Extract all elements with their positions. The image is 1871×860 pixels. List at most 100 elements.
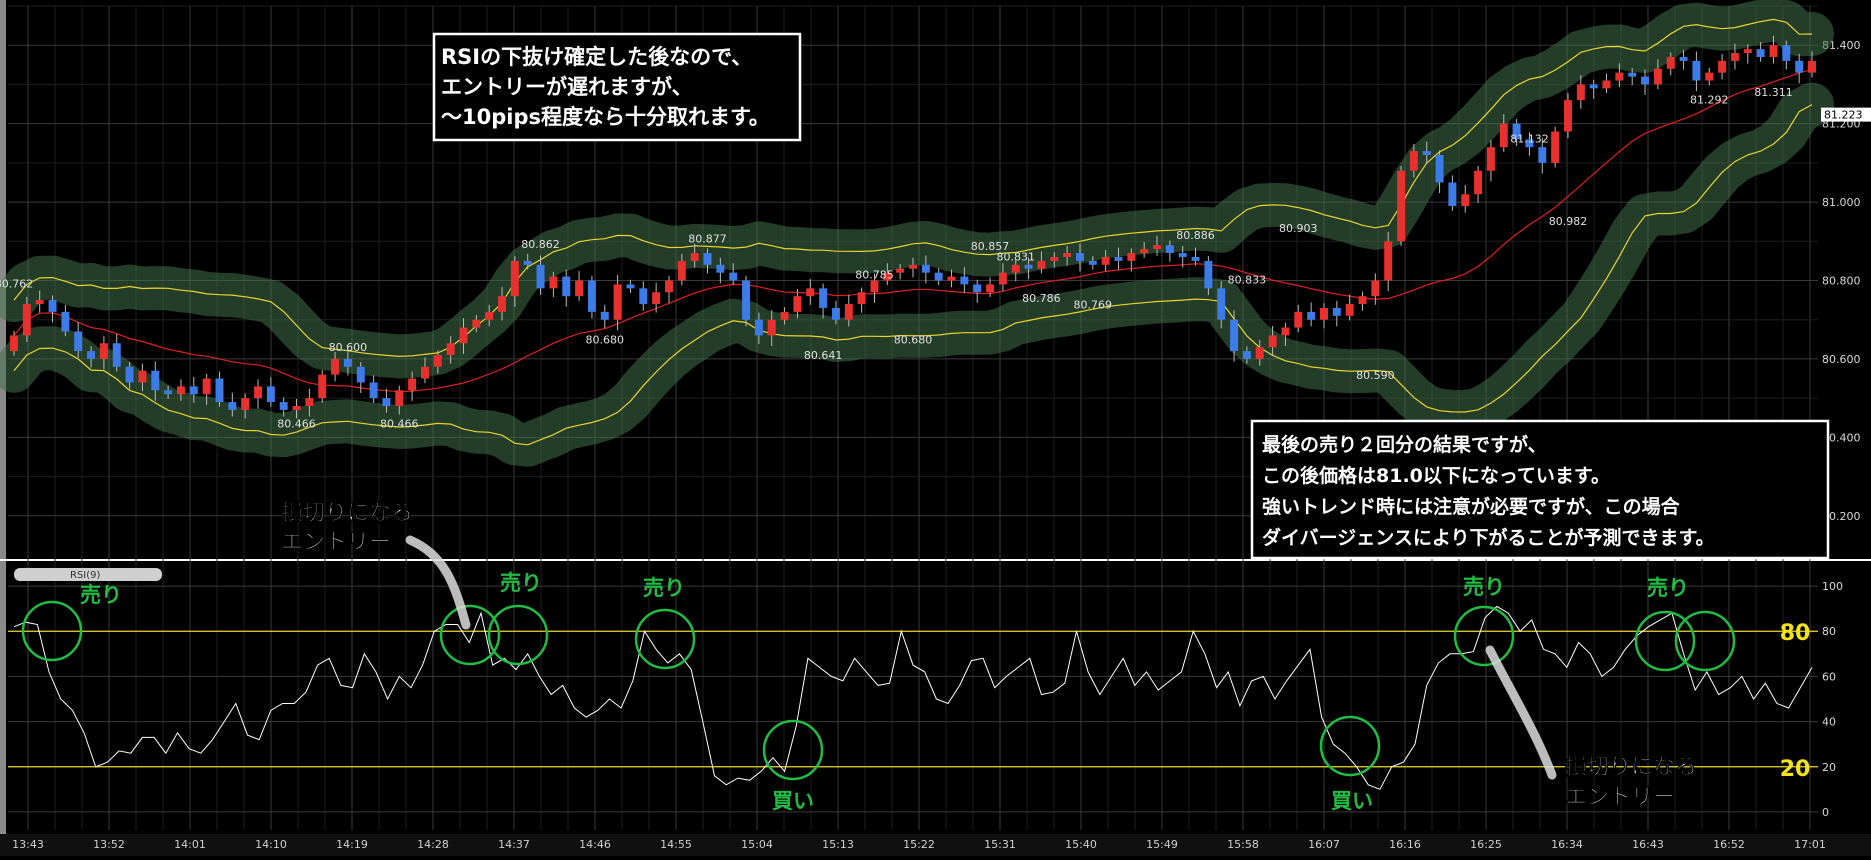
bearish-candle: [228, 402, 237, 410]
bullish-candle: [1602, 80, 1611, 89]
price-label: 80.831: [996, 250, 1035, 263]
price-label: 80.786: [1022, 292, 1061, 305]
bullish-candle: [549, 276, 558, 289]
price-label: 80.886: [1176, 229, 1215, 242]
bullish-candle: [1294, 311, 1303, 328]
bottom-note-line: この後価格は81.0以下になっています。: [1262, 464, 1610, 487]
bullish-candle: [1255, 347, 1264, 359]
bearish-candle: [754, 319, 763, 336]
bearish-candle: [1448, 182, 1457, 206]
bearish-candle: [1114, 256, 1123, 261]
bullish-candle: [395, 390, 404, 406]
bearish-candle: [1204, 260, 1213, 289]
x-tick-label: 14:10: [255, 838, 287, 851]
bullish-candle: [1718, 60, 1727, 73]
bearish-candle: [279, 402, 288, 410]
price-label: 80.641: [804, 349, 843, 362]
rsi-y-tick-label: 60: [1822, 670, 1836, 683]
bearish-candle: [1782, 45, 1791, 61]
bullish-candle: [1564, 100, 1572, 132]
stoploss-note-left-line: エントリー: [281, 530, 391, 555]
current-price-label: 81.223: [1824, 109, 1863, 122]
bearish-candle: [1024, 264, 1033, 269]
x-tick-label: 15:49: [1146, 838, 1178, 851]
bullish-candle: [1666, 56, 1675, 69]
bearish-candle: [1756, 49, 1765, 57]
bullish-candle: [305, 398, 314, 406]
price-label: 80.769: [1074, 299, 1113, 312]
bearish-candle: [703, 253, 712, 265]
bearish-candle: [369, 382, 378, 399]
top-note-line: ～10pips程度なら十分取れます。: [441, 105, 770, 129]
bullish-candle: [909, 264, 917, 269]
price-label: 80.466: [380, 417, 419, 430]
bullish-candle: [652, 292, 661, 305]
bullish-candle: [485, 311, 494, 320]
x-tick-label: 16:25: [1470, 838, 1502, 851]
y-tick-label: 80.800: [1822, 275, 1861, 288]
bearish-candle: [587, 280, 596, 312]
price-label: 80.833: [1228, 274, 1267, 287]
x-tick-label: 15:13: [822, 838, 854, 851]
bearish-candle: [1795, 60, 1804, 73]
bearish-candle: [626, 284, 635, 289]
bullish-candle: [1140, 249, 1149, 254]
bullish-candle: [10, 335, 18, 352]
bearish-candle: [960, 276, 969, 285]
bullish-candle: [1268, 335, 1277, 348]
bearish-candle: [215, 378, 224, 403]
bullish-candle: [947, 276, 956, 281]
bearish-candle: [61, 311, 70, 332]
bearish-candle: [382, 398, 391, 406]
bullish-candle: [806, 288, 815, 297]
bearish-candle: [562, 276, 571, 297]
bearish-candle: [1075, 253, 1084, 261]
x-tick-label: 14:19: [336, 838, 368, 851]
sell-signal-label: 売り: [500, 571, 542, 595]
x-tick-label: 14:28: [417, 838, 449, 851]
bullish-candle: [318, 374, 327, 399]
bearish-candle: [1307, 311, 1316, 320]
bullish-candle: [677, 260, 686, 281]
bottom-note-line: 強いトレンド時には注意が必要ですが、この場合: [1262, 495, 1681, 518]
stoploss-note-right-line: 損切りになる: [1565, 755, 1697, 780]
bearish-candle: [189, 386, 198, 395]
bullish-candle: [1653, 68, 1662, 85]
bullish-candle: [472, 319, 481, 328]
bullish-candle: [1358, 296, 1367, 305]
x-tick-label: 15:22: [903, 838, 935, 851]
bearish-candle: [87, 351, 96, 359]
price-label: 80.680: [586, 334, 625, 347]
x-tick-label: 14:01: [174, 838, 206, 851]
rsi-level-label: 20: [1780, 757, 1811, 782]
bearish-candle: [125, 366, 134, 383]
price-label: 81.292: [1690, 94, 1729, 107]
bullish-candle: [254, 386, 262, 399]
price-label: 80.982: [1549, 215, 1588, 228]
bearish-candle: [831, 307, 840, 320]
rsi-title: RSI(9): [70, 570, 101, 581]
bullish-candle: [1050, 256, 1059, 261]
bullish-candle: [1615, 72, 1624, 81]
bullish-candle: [241, 398, 250, 410]
bullish-candle: [1461, 194, 1470, 206]
bullish-candle: [844, 304, 853, 320]
bullish-candle: [986, 284, 995, 293]
bullish-candle: [1281, 327, 1290, 336]
bullish-candle: [998, 272, 1007, 285]
x-tick-label: 17:01: [1794, 838, 1826, 851]
x-tick-label: 16:16: [1389, 838, 1421, 851]
bullish-candle: [767, 319, 776, 336]
x-tick-label: 16:07: [1308, 838, 1340, 851]
top-note-line: エントリーが遅れますが、: [441, 75, 693, 99]
bearish-candle: [742, 280, 751, 320]
buy-signal-label: 買い: [772, 789, 814, 813]
x-tick-label: 13:43: [12, 838, 44, 851]
price-label: 81.132: [1510, 132, 1549, 145]
sell-signal-label: 売り: [80, 583, 122, 607]
bullish-candle: [446, 343, 455, 356]
bearish-candle: [973, 284, 982, 293]
price-label: 80.600: [329, 341, 368, 354]
bearish-candle: [716, 264, 725, 273]
bearish-candle: [639, 288, 648, 305]
